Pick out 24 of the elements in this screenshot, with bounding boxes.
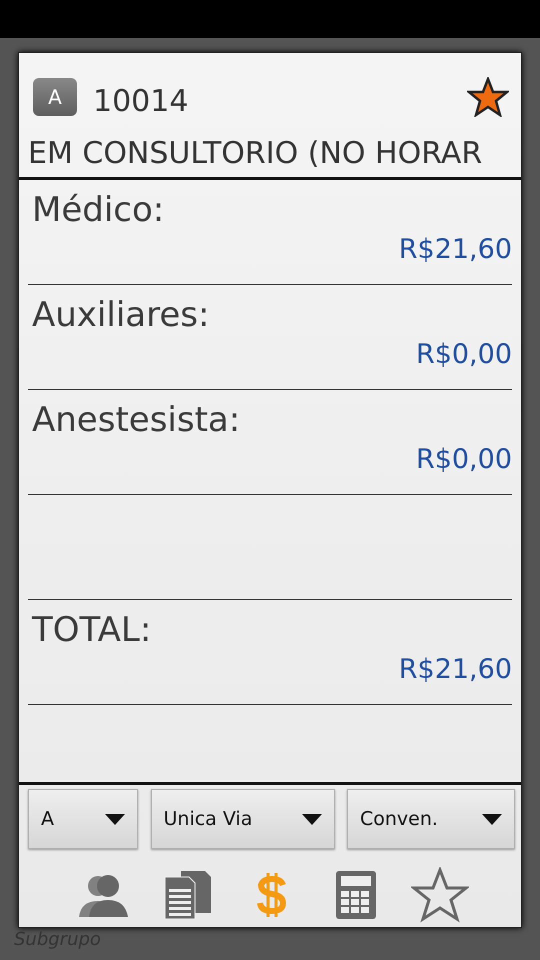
- fee-label: TOTAL:: [30, 609, 152, 650]
- fee-amount: R$21,60: [398, 654, 512, 685]
- dropdown[interactable]: Unica Via: [150, 789, 334, 849]
- dropdown[interactable]: Conven.: [347, 789, 515, 849]
- fee-label: Auxiliares:: [31, 294, 210, 335]
- dollar-icon: [254, 871, 288, 919]
- fee-label: Médico:: [31, 189, 166, 230]
- dropdown[interactable]: A: [28, 789, 138, 849]
- fee-amount: R$21,60: [398, 234, 512, 265]
- caret-icon: [482, 814, 502, 824]
- letter-badge: A: [33, 78, 77, 116]
- caret-icon: [105, 814, 125, 824]
- documents-icon: [162, 871, 212, 919]
- procedure-code: 10014: [93, 82, 190, 118]
- fee-amount: R$0,00: [416, 444, 512, 475]
- fee-amount: R$0,00: [416, 339, 512, 370]
- caret-icon: [302, 814, 322, 824]
- people-icon: [78, 873, 128, 917]
- toolbar-tab[interactable]: [408, 865, 470, 925]
- favorite-star-icon[interactable]: [467, 77, 509, 117]
- star-icon: [410, 867, 468, 923]
- fee-label: Anestesista:: [31, 399, 242, 440]
- calculator-icon: [336, 871, 376, 919]
- procedure-description: EM CONSULTORIO (NO HORAR: [19, 123, 521, 180]
